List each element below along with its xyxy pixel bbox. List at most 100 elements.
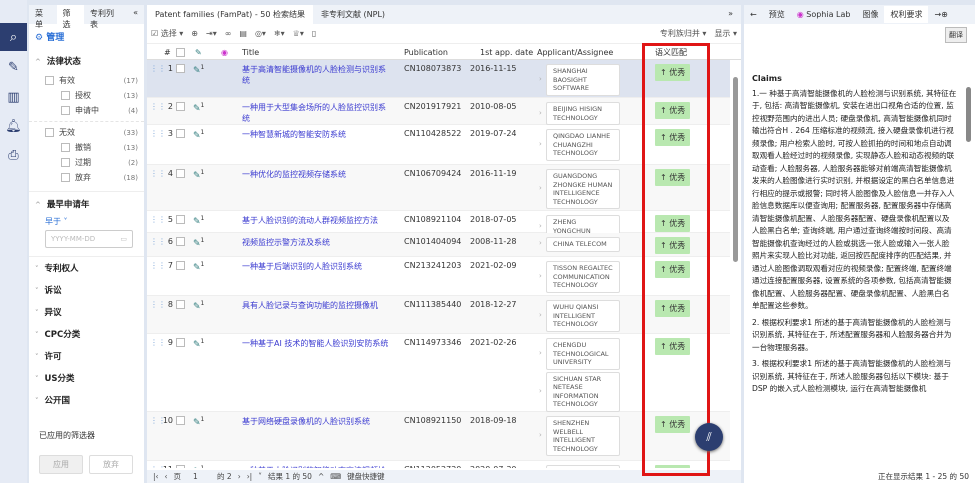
filter-section[interactable]: ˅ 诉讼 — [29, 279, 144, 301]
patent-title-link[interactable]: 一种用于大型集会场所的人脸监控识别系统 — [242, 102, 392, 124]
annotate-icon[interactable]: ✎1 — [193, 169, 204, 181]
tab-fampat[interactable]: Patent families (FamPat) - 50 检索结果 — [147, 5, 313, 24]
assignee-chip[interactable]: QINGDAO LIANHE CHUANGZHI TECHNOLOGY — [539, 129, 620, 161]
add-icon[interactable]: ⊕ — [191, 29, 198, 38]
compare-icon[interactable]: ◎▾ — [255, 29, 266, 38]
assignee-chip[interactable]: GUANGDONG ZHONGKE HUMAN INTELLIGENCE TEC… — [539, 169, 620, 209]
assignee-chip[interactable]: TISSON REGALTEC COMMUNICATION TECHNOLOGY — [539, 261, 620, 293]
collapse-button[interactable]: « — [127, 5, 144, 24]
date-mode-dropdown[interactable]: 早于 ˅ — [29, 216, 144, 227]
annotate-icon[interactable]: ✎1 — [193, 215, 204, 227]
filter-sub-option[interactable]: 放弃 (18) — [29, 170, 144, 185]
snowflake-icon[interactable]: ❄▾ — [274, 29, 285, 38]
patent-title-link[interactable]: 基于网络硬盘录像机的人脸识别系统 — [242, 416, 392, 427]
assignee-chip[interactable]: CHINA TELECOM — [539, 237, 620, 252]
row-checkbox[interactable] — [176, 215, 185, 224]
tab-menu[interactable]: 菜单 — [29, 5, 57, 29]
expand-button[interactable]: » — [720, 5, 741, 24]
table-row[interactable]: ⋮⋮ 3 ✎1 一种智慧新城的智能安防系统 CN110428522 2019-0… — [147, 125, 730, 165]
select-all-checkbox[interactable] — [176, 48, 185, 57]
filter-sub-option[interactable]: 过期 (2) — [29, 155, 144, 170]
table-row[interactable]: ⋮⋮ 11 ✎1 一种基于人脸识别的智能动态高清视频检测方 CN11205272… — [147, 461, 730, 468]
row-checkbox[interactable] — [176, 129, 185, 138]
assignee-chip[interactable]: BEIJING HISIGN TECHNOLOGY — [539, 102, 620, 125]
tab-preview[interactable]: 预览 — [763, 6, 791, 23]
patent-title-link[interactable]: 基于人脸识别的流动人群视频监控方法 — [242, 215, 392, 226]
next-page-button[interactable]: › — [238, 472, 241, 481]
section-legal-status[interactable]: ^ 法律状态 — [29, 49, 144, 73]
annotate-icon[interactable]: ✎1 — [193, 416, 204, 428]
keyboard-shortcuts-link[interactable]: 键盘快捷键 — [347, 471, 385, 482]
filter-section[interactable]: ˅ 公开国 — [29, 389, 144, 411]
claims-scrollbar[interactable] — [966, 87, 971, 467]
table-row[interactable]: ⋮⋮ 7 ✎1 一种基于后端识别的人脸识别系统 CN213241203 2021… — [147, 257, 730, 296]
chevron-down-icon[interactable]: ˅ — [258, 472, 262, 481]
translate-button[interactable]: 翻译 — [945, 27, 967, 43]
export-icon[interactable]: ⇥▾ — [206, 29, 217, 38]
checkbox[interactable] — [45, 76, 54, 85]
tab-filter[interactable]: 筛选 — [56, 5, 85, 29]
checkbox[interactable] — [61, 158, 70, 167]
apply-button[interactable]: 应用 — [39, 455, 83, 474]
display-dropdown[interactable]: 显示 ▾ — [714, 28, 737, 39]
checkbox[interactable] — [45, 128, 54, 137]
forward-icon[interactable]: →⊕ — [928, 7, 953, 22]
annotate-icon[interactable]: ✎1 — [193, 261, 204, 273]
tab-claims[interactable]: 权利要求 — [884, 6, 929, 23]
chevron-up-icon[interactable]: ^ — [318, 472, 324, 481]
col-title[interactable]: Title — [242, 48, 259, 57]
row-checkbox[interactable] — [176, 465, 185, 468]
filter-section[interactable]: ˅ 异议 — [29, 301, 144, 323]
filter-sub-option[interactable]: 申请中 (4) — [29, 103, 144, 118]
checkbox[interactable] — [61, 106, 70, 115]
row-checkbox[interactable] — [176, 338, 185, 347]
search-icon[interactable]: ⌕ — [0, 23, 27, 51]
columns-icon[interactable]: ▯ — [312, 29, 316, 38]
filter-sub-option[interactable]: 授权 (13) — [29, 88, 144, 103]
patent-title-link[interactable]: 视频监控示警方法及系统 — [242, 237, 392, 248]
link-icon[interactable]: ∞ — [225, 29, 232, 38]
filter-option[interactable]: 有效 (17) — [29, 73, 144, 88]
discard-button[interactable]: 放弃 — [89, 455, 133, 474]
row-checkbox[interactable] — [176, 64, 185, 73]
table-row[interactable]: ⋮⋮ 1 ✎1 基于高清智能摄像机的人脸检测与识别系统 CN108073873 … — [147, 60, 730, 98]
row-checkbox[interactable] — [176, 237, 185, 246]
tab-npl[interactable]: 非专利文献 (NPL) — [313, 5, 393, 24]
table-row[interactable]: ⋮⋮ 8 ✎1 具有人脸记录与查询功能的监控摄像机 CN111385440 20… — [147, 296, 730, 334]
assignee-chip[interactable]: SHANGHAI BAOSIGHT SOFTWARE — [539, 64, 620, 96]
patent-title-link[interactable]: 具有人脸记录与查询功能的监控摄像机 — [242, 300, 392, 311]
table-row[interactable]: ⋮⋮ 9 ✎1 一种基于AI 技术的智能人脸识别安防系统 CN114973346… — [147, 334, 730, 412]
filter-section[interactable]: ˅ 许可 — [29, 345, 144, 367]
table-row[interactable]: ⋮⋮ 2 ✎1 一种用于大型集会场所的人脸监控识别系统 CN201917921 … — [147, 98, 730, 125]
date-input[interactable]: YYYY-MM-DD ▭ — [45, 230, 133, 248]
chart-icon[interactable]: ▥ — [0, 83, 27, 111]
tab-images[interactable]: 图像 — [856, 6, 884, 23]
row-checkbox[interactable] — [176, 169, 185, 178]
tab-patent-list[interactable]: 专利列表 — [84, 5, 127, 29]
annotate-icon[interactable]: ✎1 — [193, 338, 204, 350]
table-row[interactable]: ⋮⋮ 6 ✎1 视频监控示警方法及系统 CN101404094 2008-11-… — [147, 233, 730, 257]
tab-sophia-lab[interactable]: ◉ Sophia Lab — [791, 7, 857, 22]
annotate-icon[interactable]: ✎1 — [193, 300, 204, 312]
row-checkbox[interactable] — [176, 416, 185, 425]
page-input[interactable]: 1 — [187, 472, 211, 481]
last-page-button[interactable]: ›| — [247, 472, 253, 481]
checkbox[interactable] — [61, 173, 70, 182]
patent-title-link[interactable]: 一种基于人脸识别的智能动态高清视频检测方 — [242, 465, 392, 468]
patent-title-link[interactable]: 一种基于后端识别的人脸识别系统 — [242, 261, 392, 272]
assignee-chip[interactable]: CHANGZHOU — [539, 465, 620, 468]
patent-title-link[interactable]: 基于高清智能摄像机的人脸检测与识别系统 — [242, 64, 392, 86]
checkbox[interactable] — [61, 91, 70, 100]
first-page-button[interactable]: |‹ — [153, 472, 159, 481]
select-dropdown[interactable]: ☑ 选择 ▾ — [151, 28, 183, 39]
annotate-icon[interactable]: ✎1 — [193, 129, 204, 141]
table-row[interactable]: ⋮⋮ 5 ✎1 基于人脸识别的流动人群视频监控方法 CN108921104 20… — [147, 211, 730, 238]
assignee-chip[interactable]: WUHU QIANSI INTELLIGENT TECHNOLOGY — [539, 300, 620, 332]
row-checkbox[interactable] — [176, 300, 185, 309]
pdf-icon[interactable]: ▤ — [239, 29, 247, 38]
table-row[interactable]: ⋮⋮ 4 ✎1 一种优化的监控视频存储系统 CN106709424 2016-1… — [147, 165, 730, 211]
row-checkbox[interactable] — [176, 261, 185, 270]
table-row[interactable]: ⋮⋮ 10 ✎1 基于网络硬盘录像机的人脸识别系统 CN108921150 20… — [147, 412, 730, 461]
col-assignee[interactable]: Applicant/Assignee — [537, 48, 613, 57]
bell-icon[interactable]: 🔔︎ — [0, 112, 27, 140]
